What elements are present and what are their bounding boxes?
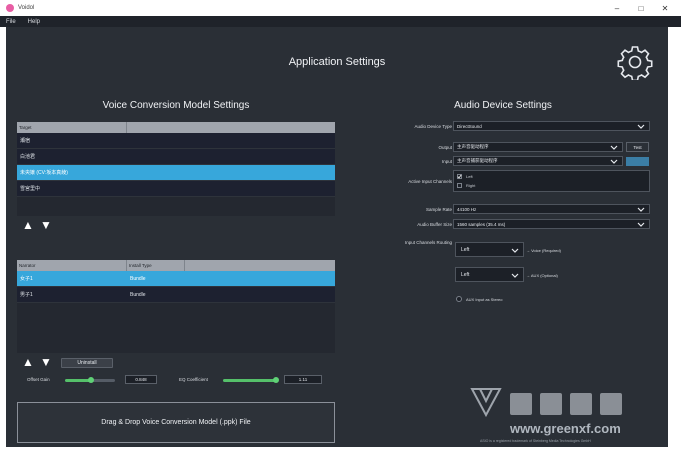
routing-label: Input Channels Routing — [404, 240, 452, 245]
buffer-size-select[interactable]: 1560 samples (35.4 ms) — [453, 219, 650, 229]
model-table-header: Narrator Install Type — [17, 260, 335, 271]
sample-rate-value: 44100 Hz — [457, 206, 477, 212]
target-table-header: Target — [17, 122, 335, 133]
chevron-down-icon — [637, 124, 645, 129]
model-drop-zone[interactable]: Drag & Drop Voice Conversion Model (.ppk… — [17, 402, 335, 443]
table-row-selected[interactable]: 未央嬢 (CV:坂本真綾) — [17, 165, 335, 181]
routing-voice-target: → Voice (Required) — [526, 248, 561, 253]
target-table: Target 瀬宿 白池君 未央嬢 (CV:坂本真綾) 雪宮里中 — [17, 122, 335, 216]
active-channels-label: Active Input Channels — [408, 179, 452, 184]
sample-rate-select[interactable]: 44100 Hz — [453, 204, 650, 214]
chevron-down-icon — [637, 207, 645, 212]
watermark-url: www.greenxf.com — [509, 421, 621, 436]
vc-section-title: Voice Conversion Model Settings — [102, 100, 250, 111]
chevron-down-icon — [511, 273, 519, 278]
model-table: Narrator Install Type 女子1 Bundle 男子1 Bun… — [17, 260, 335, 353]
aux-stereo-toggle[interactable] — [456, 296, 462, 302]
install-type: Bundle — [130, 291, 146, 298]
routing-aux-select[interactable]: Left — [455, 267, 524, 282]
uninstall-button[interactable]: Uninstall — [61, 358, 113, 368]
input-value: 主声音捕获驱动程序 — [457, 158, 498, 163]
eq-coefficient-fill — [223, 379, 276, 382]
eq-coefficient-value[interactable]: 1.11 — [284, 375, 322, 384]
offset-gain-track — [92, 379, 115, 382]
device-type-select[interactable]: DirectSound — [453, 121, 650, 131]
gear-icon[interactable] — [617, 44, 653, 80]
aux-stereo-label: AUX Input as Stereo — [466, 297, 503, 302]
input-label: Input — [441, 159, 452, 164]
table-row-selected[interactable]: 女子1 Bundle — [17, 271, 335, 287]
page-title: Application Settings — [288, 56, 386, 68]
channel-right-label: Right — [466, 183, 476, 188]
routing-aux-target: → AUX (Optional) — [526, 273, 558, 278]
narrator-name: 女子1 — [20, 276, 33, 282]
chevron-down-icon — [610, 145, 618, 150]
routing-aux-value: Left — [461, 271, 470, 278]
table-row[interactable]: 瀬宿 — [17, 133, 335, 149]
input-level-meter — [626, 157, 649, 166]
watermark-logo: www.greenxf.com — [470, 388, 622, 436]
output-select[interactable]: 主声音驱动程序 — [453, 142, 623, 152]
device-type-value: DirectSound — [457, 123, 482, 129]
maximize-icon[interactable]: □ — [629, 0, 653, 16]
window-title: Voidol — [18, 5, 35, 11]
offset-gain-value[interactable]: 0.848 — [125, 375, 157, 384]
routing-voice-select[interactable]: Left — [455, 242, 524, 257]
device-type-label: Audio Device Type — [414, 124, 452, 129]
output-label: Output — [438, 145, 452, 150]
minimize-icon[interactable]: – — [605, 0, 629, 16]
routing-voice-value: Left — [461, 246, 470, 253]
move-down-icon[interactable]: ▼ — [40, 219, 52, 231]
sample-rate-label: Sample Rate — [425, 207, 452, 212]
target-name: 瀬宿 — [20, 138, 31, 144]
target-name: 白池君 — [20, 154, 36, 160]
model-down-icon[interactable]: ▼ — [40, 356, 52, 368]
input-select[interactable]: 主声音捕获驱动程序 — [453, 156, 623, 166]
output-value: 主声音驱动程序 — [457, 144, 489, 149]
app-icon — [6, 4, 14, 12]
table-row[interactable]: 雪宮里中 — [17, 181, 335, 197]
menu-help[interactable]: Help — [22, 19, 46, 25]
audio-section-title: Audio Device Settings — [454, 100, 552, 111]
active-channels-list — [453, 170, 650, 192]
column-header-narrator[interactable]: Narrator — [17, 260, 127, 271]
menu-bar: File Help — [0, 16, 681, 27]
column-header-install-type[interactable]: Install Type — [127, 260, 185, 271]
narrator-name: 男子1 — [20, 292, 33, 298]
channel-left-label: Left — [466, 174, 473, 179]
checkmark-icon — [457, 174, 462, 179]
target-name: 雪宮里中 — [20, 186, 41, 192]
move-up-icon[interactable]: ▲ — [22, 219, 34, 231]
test-button[interactable]: Test — [626, 142, 649, 152]
chevron-down-icon — [511, 248, 519, 253]
eq-coefficient-label: EQ Coefficient — [179, 377, 208, 382]
install-type: Bundle — [130, 275, 146, 282]
channel-right-checkbox[interactable] — [457, 183, 462, 188]
chevron-down-icon — [610, 159, 618, 164]
offset-gain-label: Offset Gain — [27, 377, 50, 382]
eq-coefficient-slider[interactable] — [273, 377, 279, 383]
table-row[interactable]: 白池君 — [17, 149, 335, 165]
buffer-size-value: 1560 samples (35.4 ms) — [457, 221, 506, 227]
close-icon[interactable]: ✕ — [653, 0, 677, 16]
offset-gain-slider[interactable] — [88, 377, 94, 383]
table-row[interactable]: 男子1 Bundle — [17, 287, 335, 303]
app-body: Application Settings Voice Conversion Mo… — [6, 27, 668, 447]
title-bar: Voidol – □ ✕ — [0, 0, 681, 16]
buffer-size-label: Audio Buffer Size — [417, 222, 452, 227]
target-name: 未央嬢 (CV:坂本真綾) — [20, 170, 68, 176]
model-up-icon[interactable]: ▲ — [22, 356, 34, 368]
window-controls: – □ ✕ — [605, 0, 677, 16]
chevron-down-icon — [637, 222, 645, 227]
menu-file[interactable]: File — [0, 19, 22, 25]
column-header-target[interactable]: Target — [17, 122, 127, 133]
